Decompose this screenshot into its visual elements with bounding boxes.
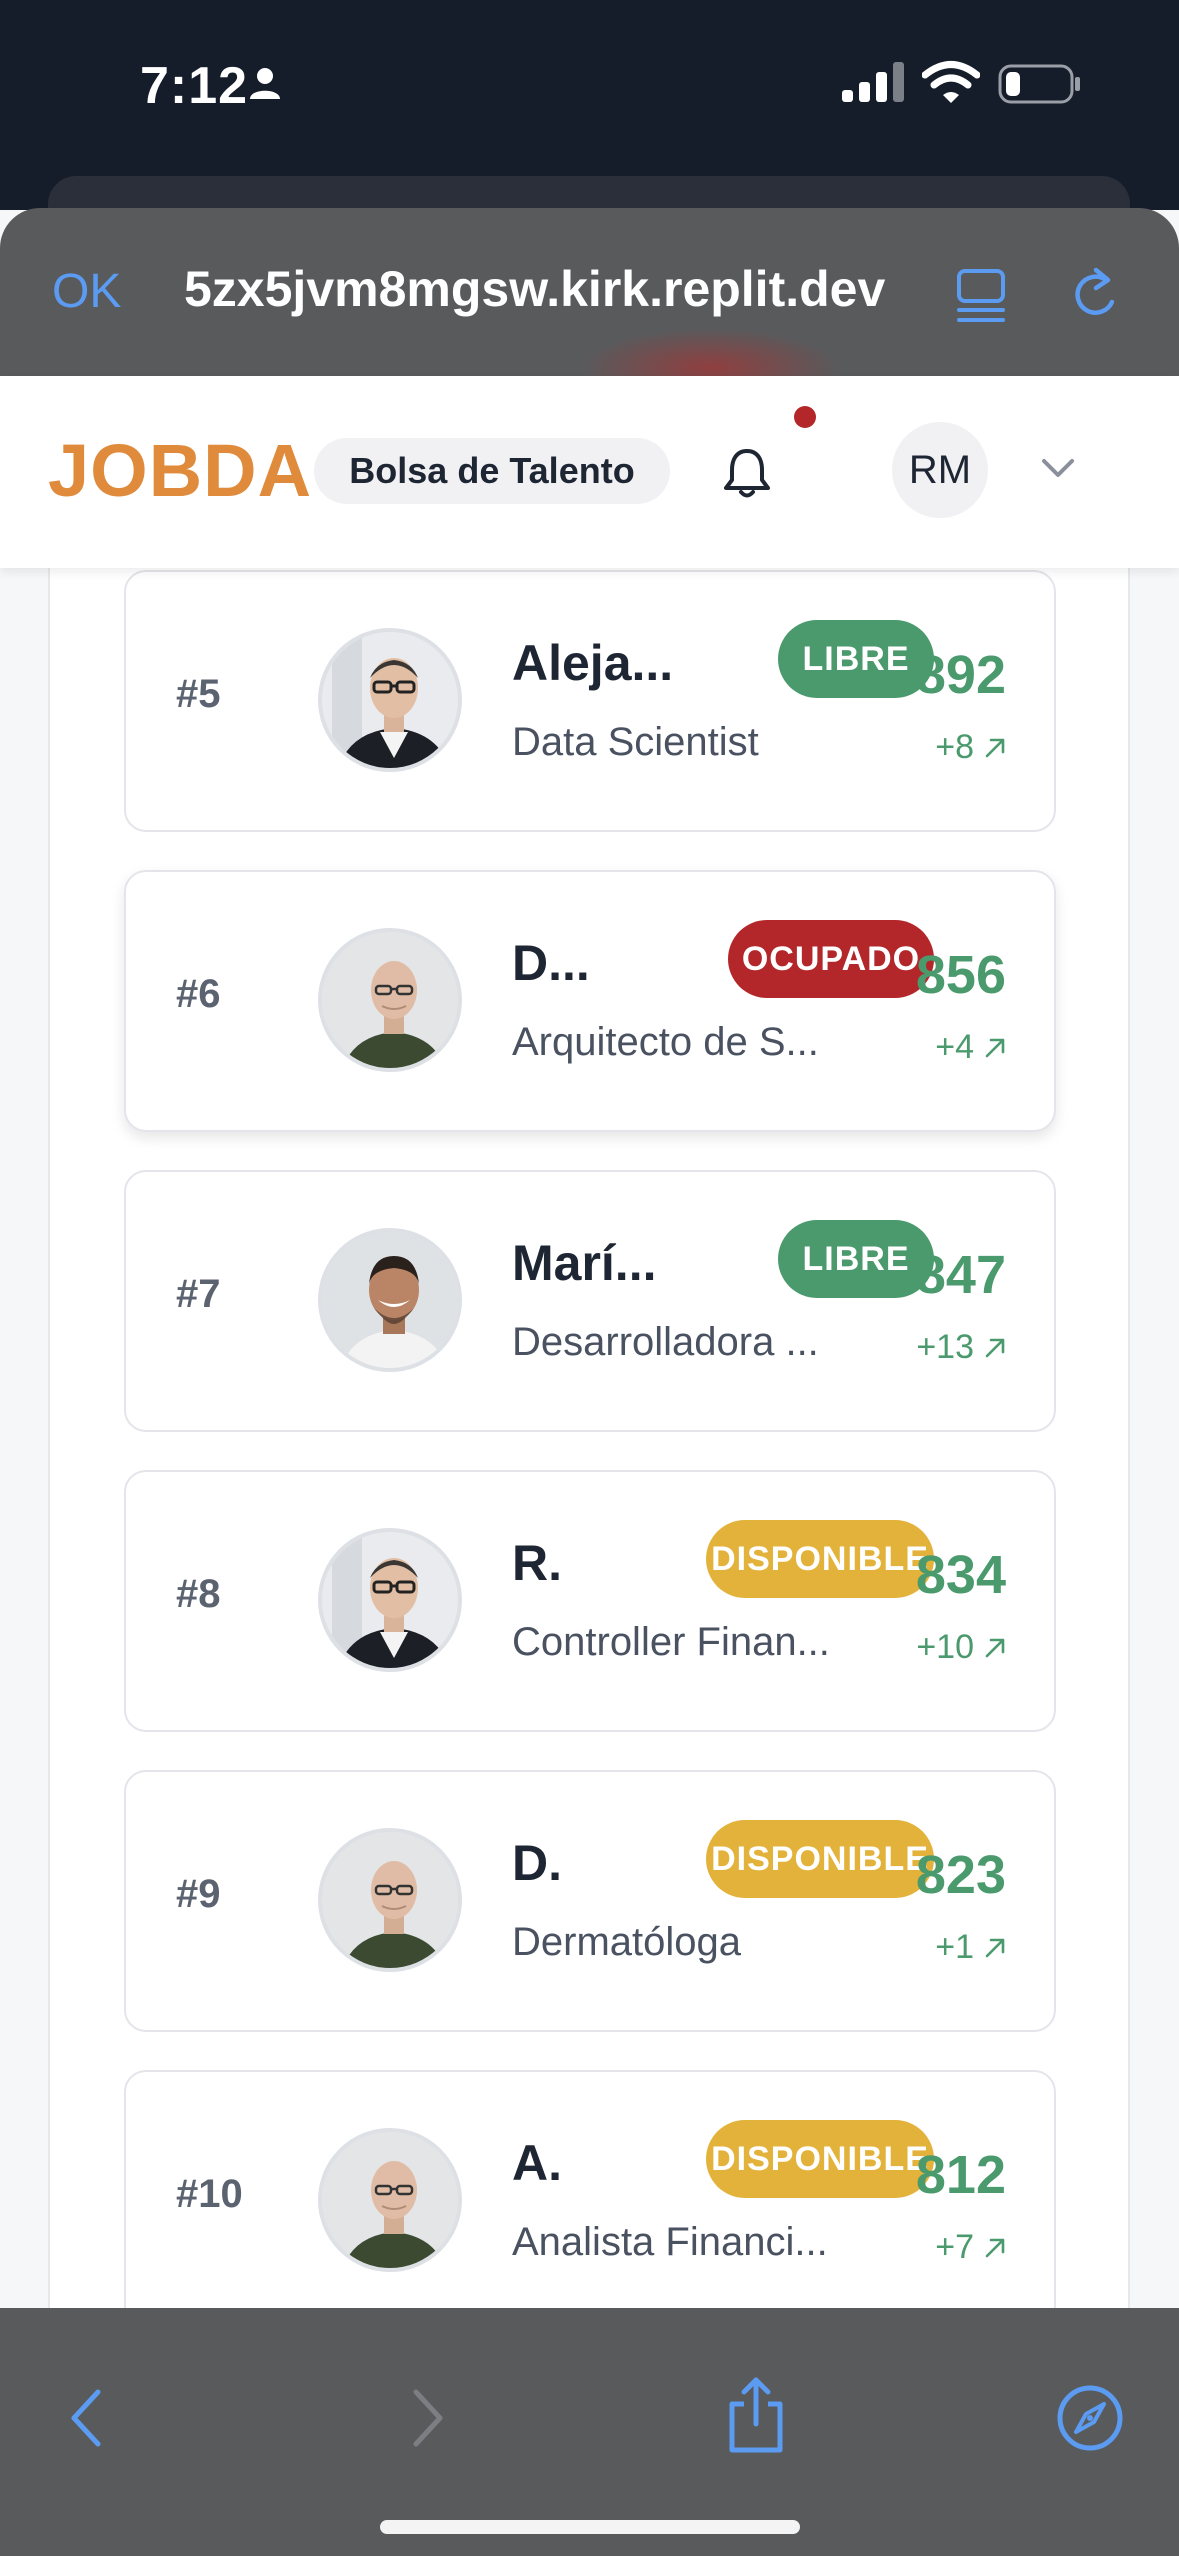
score-change-value: +7	[935, 2228, 974, 2266]
trend-up-icon	[985, 1038, 1005, 1057]
candidate-name: A.	[512, 2135, 562, 2191]
score-change: +1	[935, 1928, 1006, 1967]
candidate-role: Desarrolladora ...	[512, 1320, 819, 1364]
score-change-value: +1	[935, 1928, 974, 1966]
candidate-rank: #10	[176, 2172, 243, 2216]
candidate-role: Controller Finan...	[512, 1620, 830, 1664]
candidate-rank: #7	[176, 1272, 221, 1316]
talent-pool-chip[interactable]: Bolsa de Talento	[314, 438, 670, 504]
status-time: 7:12	[140, 57, 249, 115]
share-icon[interactable]	[724, 2376, 788, 2456]
trend-up-icon	[985, 2238, 1005, 2257]
jobda-logo[interactable]: JOBDA	[48, 428, 312, 513]
trend-up-icon	[985, 1638, 1005, 1657]
wifi-icon	[922, 61, 980, 103]
candidate-avatar-bald-man-green-shirt	[318, 1828, 462, 1972]
score-change-value: +13	[916, 1328, 974, 1366]
status-badge: LIBRE	[778, 620, 934, 698]
candidate-name: R.	[512, 1535, 562, 1591]
candidate-card[interactable]: #8 R. DISPONIBLE Controller Finan... 834…	[124, 1470, 1056, 1732]
candidate-avatar-bald-man-green-shirt	[318, 2128, 462, 2272]
candidate-role: Data Scientist	[512, 720, 759, 764]
cellular-signal-icon	[842, 62, 904, 102]
browser-toolbar	[0, 2308, 1179, 2556]
score-change: +10	[916, 1628, 1006, 1667]
ok-button[interactable]: OK	[52, 264, 121, 319]
candidate-card[interactable]: #9 D. DISPONIBLE Dermatóloga 823 +1	[124, 1770, 1056, 2032]
candidate-rank: #9	[176, 1872, 221, 1916]
candidate-name: D.	[512, 1835, 562, 1891]
status-badge: LIBRE	[778, 1220, 934, 1298]
compass-icon[interactable]	[1056, 2384, 1124, 2452]
candidate-score: 892	[915, 645, 1006, 705]
user-avatar[interactable]: RM	[892, 422, 988, 518]
candidate-score: 812	[915, 2145, 1006, 2205]
candidate-avatar-man-glasses-blazer	[318, 628, 462, 772]
score-change: +13	[916, 1328, 1006, 1367]
candidate-score: 847	[915, 1245, 1006, 1305]
chevron-down-icon[interactable]	[1040, 456, 1076, 480]
candidate-score: 823	[915, 1845, 1006, 1905]
candidate-avatar-bald-man-green-shirt	[318, 928, 462, 1072]
candidate-role: Arquitecto de S...	[512, 1020, 819, 1064]
browser-url-bar: OK 5zx5jvm8mgsw.kirk.replit.dev	[0, 208, 1179, 376]
notification-bell-icon[interactable]	[722, 446, 772, 500]
trend-up-icon	[985, 738, 1005, 757]
score-change: +7	[935, 2228, 1006, 2267]
candidate-rank: #5	[176, 672, 221, 716]
status-badge: DISPONIBLE	[706, 1520, 934, 1598]
score-change: +8	[935, 728, 1006, 767]
back-icon[interactable]	[68, 2388, 104, 2448]
candidate-name: Marí...	[512, 1235, 657, 1291]
candidate-score: 834	[915, 1545, 1006, 1605]
url-field[interactable]: 5zx5jvm8mgsw.kirk.replit.dev	[184, 260, 904, 318]
status-badge: OCUPADO	[728, 920, 934, 998]
status-badge: DISPONIBLE	[706, 2120, 934, 2198]
candidate-name: D...	[512, 935, 590, 991]
candidate-role: Dermatóloga	[512, 1920, 742, 1964]
candidate-card[interactable]: #10 A. DISPONIBLE Analista Financi... 81…	[124, 2070, 1056, 2332]
candidate-score: 856	[915, 945, 1006, 1005]
battery-icon	[998, 64, 1080, 104]
candidate-avatar-man-glasses-blazer	[318, 1528, 462, 1672]
candidate-role: Analista Financi...	[512, 2220, 828, 2264]
trend-up-icon	[985, 1938, 1005, 1957]
candidate-rank: #6	[176, 972, 221, 1016]
app-header: JOBDA Bolsa de Talento RM	[0, 376, 1179, 568]
reload-icon[interactable]	[1070, 266, 1122, 322]
home-indicator	[380, 2520, 800, 2534]
reader-mode-icon[interactable]	[956, 268, 1006, 324]
candidate-card[interactable]: #6 D... OCUPADO Arquitecto de S... 856 +…	[124, 870, 1056, 1132]
candidate-card[interactable]: #5 Aleja... LIBRE Data Scientist 892 +8	[124, 570, 1056, 832]
candidate-rank: #8	[176, 1572, 221, 1616]
candidate-card[interactable]: #7 Marí... LIBRE Desarrolladora ... 847 …	[124, 1170, 1056, 1432]
score-change-value: +8	[935, 728, 974, 766]
candidate-name: Aleja...	[512, 635, 674, 691]
trend-up-icon	[985, 1338, 1005, 1357]
score-change-value: +10	[916, 1628, 974, 1666]
notification-dot	[794, 406, 816, 428]
score-change-value: +4	[935, 1028, 974, 1066]
status-badge: DISPONIBLE	[706, 1820, 934, 1898]
candidate-avatar-smiling-man-white-shirt	[318, 1228, 462, 1372]
person-icon	[250, 68, 280, 99]
forward-icon[interactable]	[410, 2388, 446, 2448]
score-change: +4	[935, 1028, 1006, 1067]
